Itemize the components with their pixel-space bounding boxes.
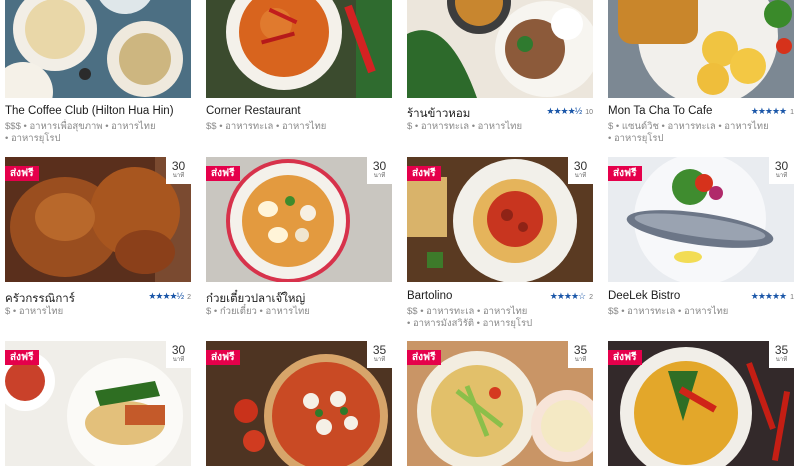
delivery-time-badge: 35 นาที: [568, 341, 593, 368]
delivery-time-badge: 30 นาที: [166, 157, 191, 184]
free-delivery-badge: ส่งฟรี: [407, 350, 442, 365]
food-image: [5, 0, 191, 98]
restaurant-card[interactable]: Corner Restaurant $$ • อาหารทะเล • อาหาร…: [206, 0, 392, 150]
restaurant-card[interactable]: ส่งฟรี 35 นาที: [407, 341, 593, 466]
restaurant-card[interactable]: ร้านข้าวหอม ★★★★½ 10 $ • อาหารทะเล • อาหา…: [407, 0, 593, 150]
free-delivery-badge: ส่งฟรี: [608, 350, 643, 365]
free-delivery-badge: ส่งฟรี: [5, 166, 40, 181]
rating-stars: ★★★★½ 2: [148, 291, 191, 301]
restaurant-tags: $ • อาหารไทย: [5, 306, 64, 317]
food-image: [608, 0, 794, 98]
restaurant-card[interactable]: ส่งฟรี 30 นาที ก๋วยเตี๋ยวปลาเจ๊ใหญ่ $ • ก…: [206, 157, 392, 322]
free-delivery-badge: ส่งฟรี: [206, 350, 241, 365]
rating-count: 1: [790, 294, 794, 301]
rating-count: 10: [585, 109, 593, 116]
delivery-time-badge: 30 นาที: [769, 157, 794, 184]
restaurant-name: The Coffee Club (Hilton Hua Hin): [5, 105, 174, 117]
restaurant-name: Mon Ta Cha To Cafe: [608, 105, 713, 117]
rating-count: 2: [589, 294, 593, 301]
delivery-time-badge: 30 นาที: [166, 341, 191, 368]
free-delivery-badge: ส่งฟรี: [5, 350, 40, 365]
delivery-time-badge: 30 นาที: [568, 157, 593, 184]
delivery-time-badge: 35 นาที: [769, 341, 794, 368]
food-image: [206, 0, 392, 98]
delivery-time-badge: 30 นาที: [367, 157, 392, 184]
restaurant-tags: $$ • อาหารทะเล • อาหารไทย: [206, 121, 327, 132]
restaurant-tags-more: • อาหารยุโรป: [5, 133, 61, 144]
free-delivery-badge: ส่งฟรี: [206, 166, 241, 181]
restaurant-card[interactable]: ส่งฟรี 30 นาที ครัวกรรณิการ์ ★★★★½ 2 $ • อ…: [5, 157, 191, 322]
restaurant-card[interactable]: ส่งฟรี 30 นาที DeeLek Bistro ★★★★★ 1 $$ • …: [608, 157, 794, 322]
free-delivery-badge: ส่งฟรี: [608, 166, 643, 181]
restaurant-card[interactable]: ส่งฟรี 35 นาที: [608, 341, 794, 466]
restaurant-tags-more: • อาหารมังสวิรัติ • อาหารยุโรป: [407, 318, 533, 329]
restaurant-tags: $ • อาหารทะเล • อาหารไทย: [407, 121, 523, 132]
restaurant-tags: $$ • อาหารทะเล • อาหารไทย: [608, 306, 729, 317]
restaurant-card[interactable]: ส่งฟรี 30 นาที: [5, 341, 191, 466]
rating-stars: ★★★★☆ 2: [549, 291, 593, 301]
free-delivery-badge: ส่งฟรี: [407, 166, 442, 181]
restaurant-tags-more: • อาหารยุโรป: [608, 133, 664, 144]
rating-count: 2: [187, 294, 191, 301]
rating-count: 1: [790, 109, 794, 116]
restaurant-tags: $ • ก๋วยเตี๋ยว • อาหารไทย: [206, 306, 310, 317]
restaurant-name: Corner Restaurant: [206, 105, 301, 117]
food-image: [407, 0, 593, 98]
rating-stars: ★★★★★ 1: [750, 291, 794, 301]
restaurant-card[interactable]: The Coffee Club (Hilton Hua Hin) $$$ • อ…: [5, 0, 191, 150]
restaurant-card[interactable]: Mon Ta Cha To Cafe ★★★★★ 1 $ • แซนด์วิช •…: [608, 0, 794, 150]
restaurant-name: DeeLek Bistro: [608, 290, 681, 302]
restaurant-card[interactable]: ส่งฟรี 30 นาที Bartolino ★★★★☆ 2 $$ • อาหา…: [407, 157, 593, 329]
restaurant-name: Bartolino: [407, 290, 453, 302]
restaurant-card[interactable]: ส่งฟรี 35 นาที: [206, 341, 392, 466]
rating-stars: ★★★★½ 10: [546, 106, 593, 116]
rating-stars: ★★★★★ 1: [750, 106, 794, 116]
delivery-time-badge: 35 นาที: [367, 341, 392, 368]
